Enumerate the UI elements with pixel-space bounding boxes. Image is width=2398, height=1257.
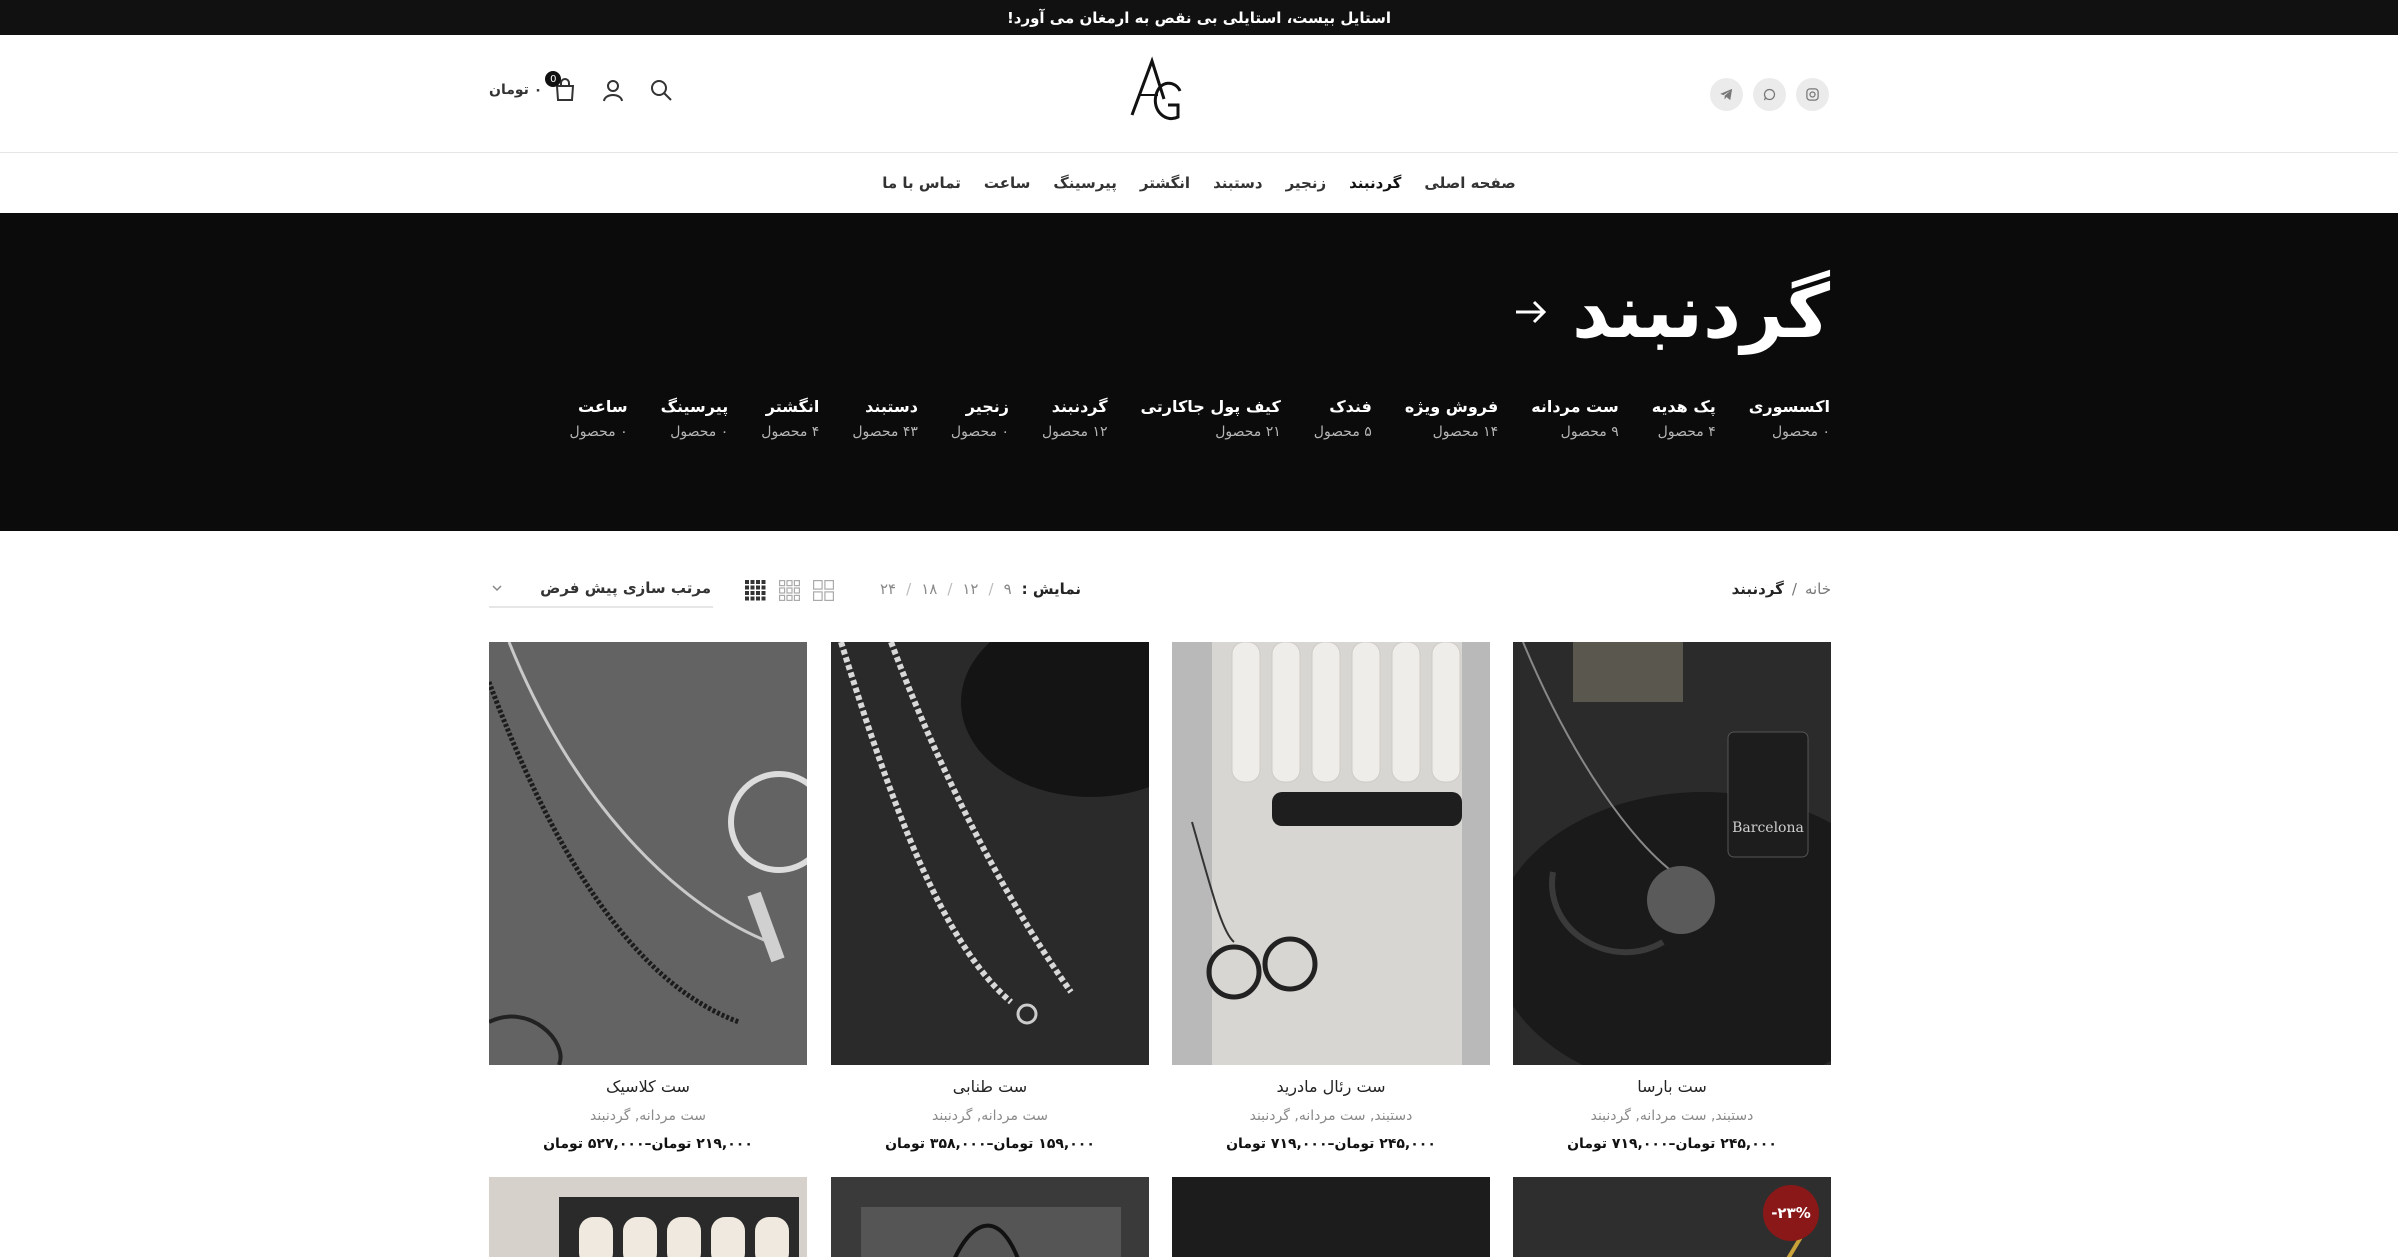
product-image[interactable]: Barcelona: [1513, 642, 1831, 1065]
product-image[interactable]: [1172, 1177, 1490, 1257]
product-categories[interactable]: ست مردانه, گردنبند: [831, 1108, 1149, 1124]
breadcrumb: خانه / گردنبند: [1732, 580, 1831, 598]
site-header: ۰ تومان 0: [0, 35, 2398, 153]
nav-item-ring[interactable]: انگشتر: [1140, 174, 1190, 192]
per-page-label: نمایش :: [1021, 580, 1082, 598]
search-icon[interactable]: [648, 77, 674, 103]
category-item[interactable]: ساعت ۰ محصول: [570, 397, 628, 440]
category-item[interactable]: پیرسینگ ۰ محصول: [661, 397, 729, 440]
product-categories[interactable]: دستبند, ست مردانه, گردنبند: [1172, 1108, 1490, 1124]
product-card[interactable]: ست رئال مادرید دستبند, ست مردانه, گردنبن…: [1172, 642, 1490, 1152]
instagram-icon[interactable]: [1796, 78, 1829, 111]
category-item[interactable]: کیف پول جاکارتی ۲۱ محصول: [1141, 397, 1281, 440]
product-title[interactable]: ست طنابی: [831, 1077, 1149, 1096]
telegram-icon[interactable]: [1710, 78, 1743, 111]
category-item[interactable]: گردنبند ۱۲ محصول: [1042, 397, 1108, 440]
per-page-option[interactable]: ۲۴: [880, 580, 896, 598]
product-image[interactable]: [489, 642, 807, 1065]
product-price: ۲۱۹,۰۰۰ تومان–۵۲۷,۰۰۰ تومان: [543, 1136, 753, 1152]
product-card[interactable]: ست کلاسیک ست مردانه, گردنبند ۲۱۹,۰۰۰ توم…: [489, 642, 807, 1152]
product-image[interactable]: -۲۳%: [1513, 1177, 1831, 1257]
hero-title-row: گردنبند: [1512, 275, 1830, 349]
per-page-option[interactable]: ۱۲: [962, 580, 978, 598]
sort-select[interactable]: مرتب سازی پیش فرض: [489, 570, 713, 608]
nav-item-piercing[interactable]: پیرسینگ: [1053, 174, 1116, 192]
site-logo[interactable]: [1124, 55, 1188, 127]
discount-badge: -۲۳%: [1763, 1185, 1819, 1241]
category-item[interactable]: دستبند ۴۳ محصول: [852, 397, 918, 440]
cart-icon[interactable]: 0: [545, 71, 578, 103]
product-price: ۲۴۵,۰۰۰ تومان–۷۱۹,۰۰۰ تومان: [1226, 1136, 1436, 1152]
grid-3-columns-icon[interactable]: [779, 580, 800, 601]
product-price: ۲۴۵,۰۰۰ تومان–۷۱۹,۰۰۰ تومان: [1567, 1136, 1777, 1152]
category-hero: گردنبند اکسسوری ۰ محصول پک هدیه ۴ محصول ست…: [0, 213, 2398, 531]
shop-toolbar: خانه / گردنبند نمایش : ۹ / ۱۲ / ۱۸ / ۲۴ …: [489, 570, 1831, 610]
product-image[interactable]: [831, 642, 1149, 1065]
product-image[interactable]: [1172, 642, 1490, 1065]
breadcrumb-current: گردنبند: [1731, 580, 1784, 598]
category-item[interactable]: ست مردانه ۹ محصول: [1531, 397, 1619, 440]
arrow-right-icon[interactable]: [1512, 294, 1548, 330]
grid-4-columns-icon[interactable]: [745, 580, 766, 601]
product-title[interactable]: ست رئال مادرید: [1172, 1077, 1490, 1096]
product-card[interactable]: ست طنابی ست مردانه, گردنبند ۱۵۹,۰۰۰ توما…: [831, 642, 1149, 1152]
nav-item-necklace[interactable]: گردنبند: [1349, 174, 1401, 192]
product-title[interactable]: ست بارسا: [1513, 1077, 1831, 1096]
category-item[interactable]: زنجیر ۰ محصول: [951, 397, 1009, 440]
product-categories[interactable]: دستبند, ست مردانه, گردنبند: [1513, 1108, 1831, 1124]
svg-text:Barcelona: Barcelona: [1732, 820, 1804, 836]
sort-label: مرتب سازی پیش فرض: [540, 579, 711, 597]
product-card[interactable]: -۲۳%: [1513, 1177, 1831, 1257]
nav-item-watch[interactable]: ساعت: [984, 174, 1031, 192]
product-card[interactable]: [831, 1177, 1149, 1257]
per-page-option[interactable]: ۱۸: [921, 580, 937, 598]
product-title[interactable]: ست کلاسیک: [489, 1077, 807, 1096]
social-links: [1710, 78, 1829, 111]
category-list: اکسسوری ۰ محصول پک هدیه ۴ محصول ست مردانه ۹…: [570, 397, 1830, 440]
nav-item-contact[interactable]: تماس با ما: [882, 174, 961, 192]
header-tools: ۰ تومان 0: [489, 71, 674, 103]
announcement-text: استایل بیست، استایلی بی نقص به ارمغان می…: [1006, 8, 1392, 27]
per-page-separator: /: [947, 580, 953, 598]
announcement-bar: استایل بیست، استایلی بی نقص به ارمغان می…: [0, 0, 2398, 35]
page-title: گردنبند: [1572, 269, 1830, 355]
main-nav: صفحه اصلی گردنبند زنجیر دستبند انگشتر پی…: [0, 154, 2398, 212]
whatsapp-icon[interactable]: [1753, 78, 1786, 111]
product-image[interactable]: [489, 1177, 807, 1257]
product-card[interactable]: [489, 1177, 807, 1257]
chevron-down-icon: [492, 585, 502, 592]
per-page-selector: نمایش : ۹ / ۱۲ / ۱۸ / ۲۴: [880, 580, 1081, 598]
category-item[interactable]: اکسسوری ۰ محصول: [1749, 397, 1830, 440]
cart-button[interactable]: ۰ تومان 0: [489, 71, 578, 103]
per-page-option[interactable]: ۹: [1004, 580, 1012, 598]
per-page-separator: /: [988, 580, 994, 598]
per-page-separator: /: [906, 580, 912, 598]
nav-item-chain[interactable]: زنجیر: [1286, 174, 1327, 192]
product-image[interactable]: [831, 1177, 1149, 1257]
product-card[interactable]: [1172, 1177, 1490, 1257]
breadcrumb-home[interactable]: خانه: [1805, 580, 1831, 598]
product-categories[interactable]: ست مردانه, گردنبند: [489, 1108, 807, 1124]
nav-item-bracelet[interactable]: دستبند: [1213, 174, 1262, 192]
category-item[interactable]: پک هدیه ۴ محصول: [1652, 397, 1716, 440]
category-item[interactable]: فندک ۵ محصول: [1314, 397, 1372, 440]
nav-item-home[interactable]: صفحه اصلی: [1424, 174, 1515, 192]
product-price: ۱۵۹,۰۰۰ تومان–۳۵۸,۰۰۰ تومان: [885, 1136, 1095, 1152]
breadcrumb-separator: /: [1791, 580, 1797, 598]
account-icon[interactable]: [600, 77, 626, 103]
category-item[interactable]: فروش ویژه ۱۴ محصول: [1405, 397, 1498, 440]
grid-2-columns-icon[interactable]: [813, 580, 834, 601]
product-card[interactable]: Barcelona ست بارسا دستبند, ست مردانه, گر…: [1513, 642, 1831, 1152]
cart-total: ۰ تومان: [489, 82, 543, 98]
category-item[interactable]: انگشتر ۴ محصول: [761, 397, 819, 440]
grid-switcher: [745, 580, 834, 601]
